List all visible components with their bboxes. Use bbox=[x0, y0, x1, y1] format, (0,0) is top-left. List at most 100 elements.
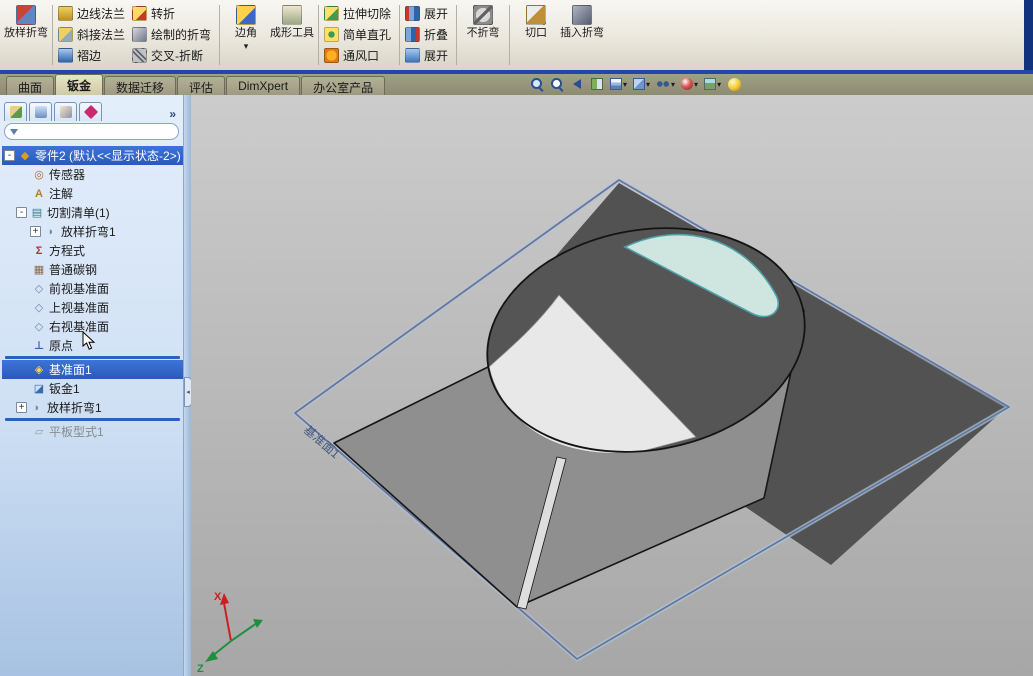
zoom-fit-button[interactable] bbox=[528, 75, 546, 93]
fold-button[interactable]: 折叠 bbox=[403, 24, 453, 45]
tree-divider-bar bbox=[5, 356, 180, 359]
hem-label: 褶边 bbox=[77, 49, 102, 63]
configurationmanager-tab[interactable] bbox=[54, 102, 77, 121]
sketched-bend-icon bbox=[132, 27, 148, 42]
vent-button[interactable]: 通风口 bbox=[322, 45, 384, 66]
flatten-button[interactable]: 展开 bbox=[403, 45, 453, 66]
tree-item-sensors[interactable]: ◎ 传感器 bbox=[2, 165, 183, 184]
simple-hole-label: 简单直孔 bbox=[343, 28, 392, 42]
section-view-button[interactable] bbox=[588, 75, 606, 93]
tree-item-cut-list[interactable]: - ▤ 切割清单(1) bbox=[2, 203, 183, 222]
lofted-bend1-expander[interactable]: + bbox=[16, 402, 27, 413]
plane1-icon: ◈ bbox=[34, 364, 44, 376]
cut-list-label: 切割清单(1) bbox=[47, 206, 110, 220]
tree-item-equations[interactable]: Σ 方程式 bbox=[2, 241, 183, 260]
manager-tabs: » bbox=[0, 95, 183, 121]
featuremanager-panel: » - ◆ 零件2 (默认<<显示状态-2>) ◎ 传感器 A 注解 - ▤ 切… bbox=[0, 95, 183, 676]
featuremanager-tab[interactable] bbox=[4, 102, 27, 121]
top-plane-icon: ◇ bbox=[34, 302, 44, 314]
zoom-area-button[interactable] bbox=[548, 75, 566, 93]
tab-office-products[interactable]: 办公室产品 bbox=[301, 76, 386, 95]
edge-flange-button[interactable]: 边线法兰 bbox=[56, 3, 130, 24]
extruded-cut-label: 拉伸切除 bbox=[343, 7, 392, 21]
forming-tool-button[interactable]: 成形工具 bbox=[269, 3, 315, 39]
tree-item-annotations[interactable]: A 注解 bbox=[2, 184, 183, 203]
solidworks-window: 放样折弯 边线法兰 斜接法兰 褶边 转折 绘制的折弯 交叉-折断 边角 ▾ 成形… bbox=[0, 0, 1033, 676]
edit-appearance-button[interactable]: ▾ bbox=[679, 75, 700, 93]
cross-break-button[interactable]: 交叉-折断 bbox=[130, 45, 208, 66]
lofted-bend-label: 放样折弯 bbox=[4, 27, 48, 39]
extruded-cut-button[interactable]: 拉伸切除 bbox=[322, 3, 396, 24]
corner-dropdown-caret[interactable]: ▾ bbox=[236, 39, 256, 52]
cut-list-item-label: 放样折弯1 bbox=[61, 225, 116, 239]
configurationmanager-icon bbox=[59, 106, 72, 118]
tree-filter-row bbox=[0, 121, 183, 144]
corner-button[interactable]: 边角 bbox=[223, 3, 269, 39]
tree-filter-input[interactable] bbox=[22, 125, 173, 138]
tree-item-sheet-metal1[interactable]: ◪ 钣金1 bbox=[2, 379, 183, 398]
root-expander[interactable]: - bbox=[4, 150, 15, 161]
display-style-button[interactable]: ▾ bbox=[631, 75, 652, 93]
insert-bends-button[interactable]: 插入折弯 bbox=[559, 3, 605, 39]
tree-item-flat-pattern1[interactable]: ▱ 平板型式1 bbox=[2, 422, 183, 441]
propertymanager-tab[interactable] bbox=[29, 102, 52, 121]
jog-label: 转折 bbox=[151, 7, 176, 21]
manager-tabs-overflow-chevron[interactable]: » bbox=[166, 107, 179, 121]
view-orientation-icon bbox=[610, 78, 622, 90]
fold-icon bbox=[405, 27, 421, 42]
origin-icon: ⊥ bbox=[33, 340, 45, 352]
tree-root-item[interactable]: - ◆ 零件2 (默认<<显示状态-2>) bbox=[2, 146, 183, 165]
tree-item-front-plane[interactable]: ◇ 前视基准面 bbox=[2, 279, 183, 298]
tree-root-label: 零件2 (默认<<显示状态-2>) bbox=[35, 149, 181, 163]
equations-icon: Σ bbox=[35, 244, 43, 257]
viewport-canvas[interactable]: 基准面1 X Z bbox=[191, 95, 1033, 676]
forming-tool-label: 成形工具 bbox=[270, 27, 315, 39]
hem-button[interactable]: 褶边 bbox=[56, 45, 106, 66]
rip-button[interactable]: 切口 bbox=[513, 3, 559, 39]
toolbar-separator bbox=[399, 5, 401, 65]
hide-show-items-button[interactable]: ▾ bbox=[654, 75, 677, 93]
rip-label: 切口 bbox=[525, 27, 548, 39]
tree-item-material[interactable]: ▦ 普通碳钢 bbox=[2, 260, 183, 279]
help-icon bbox=[727, 77, 741, 91]
cut-list-expander[interactable]: - bbox=[16, 207, 27, 218]
sketched-bend-button[interactable]: 绘制的折弯 bbox=[130, 24, 216, 45]
zoom-area-icon bbox=[550, 77, 564, 91]
rollback-bar[interactable] bbox=[5, 418, 180, 421]
featuremanager-icon bbox=[9, 106, 22, 118]
tree-item-top-plane[interactable]: ◇ 上视基准面 bbox=[2, 298, 183, 317]
insert-bends-icon bbox=[572, 5, 593, 25]
sketched-bend-label: 绘制的折弯 bbox=[151, 28, 212, 42]
tab-data-migration[interactable]: 数据迁移 bbox=[104, 76, 177, 95]
unfold-label: 展开 bbox=[424, 7, 449, 21]
origin-label: 原点 bbox=[49, 339, 74, 353]
dimxpertmanager-tab[interactable] bbox=[79, 102, 102, 121]
previous-view-button[interactable] bbox=[568, 75, 586, 93]
x-axis-label: X bbox=[214, 591, 222, 603]
tab-evaluate[interactable]: 评估 bbox=[177, 76, 226, 95]
lofted-bend-button[interactable]: 放样折弯 bbox=[3, 3, 49, 39]
tree-item-lofted-bend1[interactable]: + ◗ 放样折弯1 bbox=[2, 398, 183, 417]
z-axis-label: Z bbox=[197, 663, 204, 675]
tab-surface[interactable]: 曲面 bbox=[6, 76, 55, 95]
simple-hole-button[interactable]: 简单直孔 bbox=[322, 24, 396, 45]
zoom-fit-icon bbox=[530, 77, 544, 91]
view-orientation-button[interactable]: ▾ bbox=[608, 75, 629, 93]
annotations-icon: A bbox=[35, 187, 43, 200]
tree-filter-box[interactable] bbox=[4, 123, 179, 140]
miter-flange-button[interactable]: 斜接法兰 bbox=[56, 24, 130, 45]
vent-label: 通风口 bbox=[343, 49, 380, 63]
help-button[interactable] bbox=[725, 75, 743, 93]
tree-item-plane1[interactable]: ◈ 基准面1 bbox=[2, 360, 183, 379]
panel-splitter[interactable]: ◂ bbox=[183, 95, 192, 676]
unfold-button[interactable]: 展开 bbox=[403, 3, 453, 24]
tab-dimxpert[interactable]: DimXpert bbox=[226, 76, 301, 95]
jog-button[interactable]: 转折 bbox=[130, 3, 180, 24]
tree-item-cut-list-lofted-bend1[interactable]: + ◗ 放样折弯1 bbox=[2, 222, 183, 241]
tab-sheet-metal[interactable]: 钣金 bbox=[55, 74, 104, 95]
bend-group: 转折 绘制的折弯 交叉-折断 bbox=[130, 3, 216, 66]
cut-list-item-expander[interactable]: + bbox=[30, 226, 41, 237]
no-bends-button[interactable]: 不折弯 bbox=[460, 3, 506, 39]
apply-scene-button[interactable]: ▾ bbox=[702, 75, 723, 93]
edge-flange-label: 边线法兰 bbox=[77, 7, 126, 21]
